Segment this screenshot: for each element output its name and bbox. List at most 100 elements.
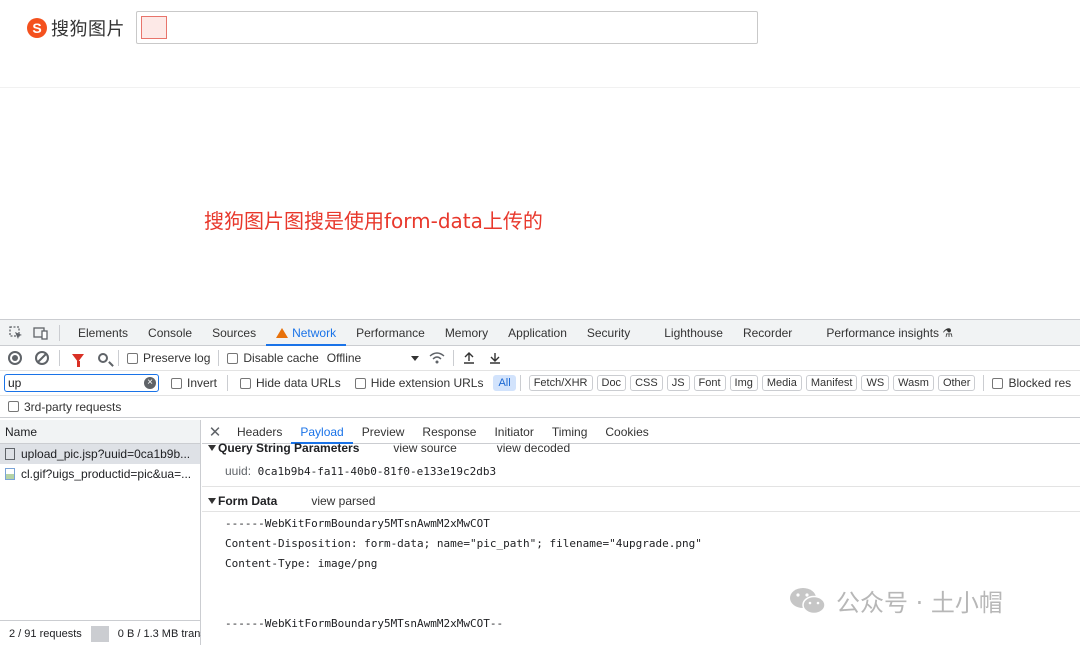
tab-performance-insights-label: Performance insights bbox=[826, 325, 940, 340]
network-conditions-icon[interactable] bbox=[429, 351, 445, 365]
image-search-box[interactable] bbox=[136, 11, 758, 44]
document-icon bbox=[5, 448, 15, 460]
disable-cache-checkbox[interactable]: Disable cache bbox=[227, 351, 319, 365]
type-filter-other[interactable]: Other bbox=[937, 375, 976, 391]
param-key: uuid: bbox=[225, 464, 252, 478]
hide-data-urls-label: Hide data URLs bbox=[256, 376, 341, 390]
third-party-checkbox[interactable]: 3rd-party requests bbox=[8, 400, 121, 414]
section-divider bbox=[202, 486, 1080, 487]
uploaded-image-thumbnail[interactable] bbox=[141, 16, 167, 39]
type-filter-wasm[interactable]: Wasm bbox=[893, 375, 934, 391]
tab-recorder[interactable]: Recorder bbox=[733, 320, 816, 346]
tab-console[interactable]: Console bbox=[138, 320, 202, 346]
wechat-watermark: 公众号 · 土小帽 bbox=[788, 583, 1003, 618]
query-param-row: uuid: 0ca1b9b4-fa11-40b0-81f0-e133e19c2d… bbox=[202, 461, 1080, 482]
search-icon[interactable] bbox=[98, 353, 108, 363]
watermark-text: 公众号 · 土小帽 bbox=[836, 589, 1003, 617]
param-value: 0ca1b9b4-fa11-40b0-81f0-e133e19c2db3 bbox=[257, 465, 497, 478]
filter-icon[interactable] bbox=[72, 354, 84, 367]
request-count: 2 / 91 requests bbox=[9, 627, 82, 640]
tab-performance[interactable]: Performance bbox=[346, 320, 435, 346]
chevron-down-icon bbox=[410, 355, 419, 361]
checkbox-icon[interactable] bbox=[8, 401, 19, 412]
view-source-link[interactable]: view source bbox=[393, 439, 456, 457]
transfer-size: 0 B / 1.3 MB trans bbox=[117, 627, 201, 640]
hide-extension-urls-checkbox[interactable]: Hide extension URLs bbox=[354, 376, 484, 390]
tab-memory[interactable]: Memory bbox=[435, 320, 498, 346]
throttling-select[interactable]: Offline bbox=[327, 351, 419, 365]
type-filter-doc[interactable]: Doc bbox=[596, 375, 627, 391]
tab-cookies[interactable]: Cookies bbox=[596, 420, 657, 444]
third-party-bar: 3rd-party requests bbox=[0, 396, 1080, 418]
checkbox-icon[interactable] bbox=[227, 352, 239, 364]
preserve-log-checkbox[interactable]: Preserve log bbox=[127, 351, 210, 365]
tab-application[interactable]: Application bbox=[498, 320, 577, 346]
type-filter-media[interactable]: Media bbox=[761, 375, 802, 391]
disable-cache-label: Disable cache bbox=[243, 351, 319, 365]
request-row[interactable]: cl.gif?uigs_productid=pic&ua=... bbox=[0, 464, 200, 484]
form-data-line: Content-Type: image/png bbox=[225, 557, 378, 570]
request-name: upload_pic.jsp?uuid=0ca1b9b... bbox=[21, 447, 191, 461]
form-data-line: ------WebKitFormBoundary5MTsnAwmM2xMwCOT bbox=[225, 517, 490, 530]
checkbox-icon[interactable] bbox=[354, 377, 366, 389]
type-filter-manifest[interactable]: Manifest bbox=[805, 375, 858, 391]
preserve-log-label: Preserve log bbox=[143, 351, 211, 365]
export-har-icon[interactable] bbox=[488, 351, 502, 365]
annotation-caption: 搜狗图片图搜是使用form-data上传的 bbox=[204, 209, 543, 233]
device-toolbar-icon[interactable] bbox=[33, 326, 49, 340]
sogou-header: S 搜狗图片 bbox=[0, 0, 1080, 88]
form-data-title: Form Data bbox=[218, 494, 278, 508]
hide-data-urls-checkbox[interactable]: Hide data URLs bbox=[240, 376, 341, 390]
type-filter-js[interactable]: JS bbox=[666, 375, 690, 391]
devtools-tabbar: Elements Console Sources Network Perform… bbox=[0, 320, 1080, 346]
svg-text:S: S bbox=[32, 20, 41, 36]
type-filter-ws[interactable]: WS bbox=[861, 375, 890, 391]
checkbox-icon[interactable] bbox=[992, 377, 1004, 389]
record-icon[interactable] bbox=[8, 351, 22, 365]
request-list: Name upload_pic.jsp?uuid=0ca1b9b... cl.g… bbox=[0, 420, 201, 645]
clear-filter-icon[interactable]: × bbox=[144, 377, 156, 389]
name-column-header[interactable]: Name bbox=[0, 420, 200, 444]
filter-value: up bbox=[8, 376, 22, 390]
filter-bar: up × Invert Hide data URLs Hide extensio… bbox=[0, 371, 1080, 396]
invert-label: Invert bbox=[187, 376, 218, 390]
image-file-icon bbox=[5, 468, 15, 480]
hide-extension-urls-label: Hide extension URLs bbox=[370, 376, 484, 390]
query-params-title: Query String Parameters bbox=[218, 441, 360, 455]
invert-checkbox[interactable]: Invert bbox=[171, 376, 217, 390]
third-party-label: 3rd-party requests bbox=[24, 399, 122, 414]
tab-network[interactable]: Network bbox=[266, 320, 347, 346]
triangle-down-icon bbox=[208, 445, 216, 451]
tab-lighthouse[interactable]: Lighthouse bbox=[654, 320, 733, 346]
form-data-line: Content-Disposition: form-data; name="pi… bbox=[225, 537, 702, 550]
inspect-element-icon[interactable] bbox=[9, 325, 23, 340]
throttling-value: Offline bbox=[326, 351, 362, 365]
type-filter-img[interactable]: Img bbox=[729, 375, 758, 391]
checkbox-icon[interactable] bbox=[240, 377, 252, 389]
triangle-down-icon bbox=[208, 498, 216, 504]
form-data-header[interactable]: Form Data view parsed bbox=[202, 491, 1080, 511]
checkbox-icon[interactable] bbox=[127, 352, 138, 364]
checkbox-icon[interactable] bbox=[171, 377, 182, 389]
blocked-requests-checkbox[interactable]: Blocked res bbox=[992, 376, 1071, 390]
clear-icon[interactable] bbox=[35, 351, 49, 365]
filter-input[interactable]: up × bbox=[4, 374, 159, 392]
import-har-icon[interactable] bbox=[462, 351, 476, 365]
tab-elements[interactable]: Elements bbox=[68, 320, 138, 346]
request-row[interactable]: upload_pic.jsp?uuid=0ca1b9b... bbox=[0, 444, 200, 464]
type-filter-fetch-xhr[interactable]: Fetch/XHR bbox=[528, 375, 593, 391]
request-name: cl.gif?uigs_productid=pic&ua=... bbox=[21, 467, 192, 481]
view-parsed-link[interactable]: view parsed bbox=[311, 492, 375, 510]
sogou-logo[interactable]: S 搜狗图片 bbox=[26, 15, 125, 41]
close-icon[interactable]: ✕ bbox=[202, 423, 228, 441]
flask-icon: ⚗ bbox=[942, 325, 954, 340]
tab-sources[interactable]: Sources bbox=[202, 320, 266, 346]
view-decoded-link[interactable]: view decoded bbox=[497, 439, 570, 457]
type-filter-css[interactable]: CSS bbox=[630, 375, 663, 391]
type-filter-font[interactable]: Font bbox=[693, 375, 726, 391]
tab-performance-insights[interactable]: Performance insights ⚗ bbox=[816, 320, 963, 346]
type-filter-all[interactable]: All bbox=[493, 375, 516, 391]
tab-security[interactable]: Security bbox=[577, 320, 654, 346]
tab-network-label: Network bbox=[292, 325, 337, 340]
logo-text: 搜狗图片 bbox=[51, 19, 125, 40]
